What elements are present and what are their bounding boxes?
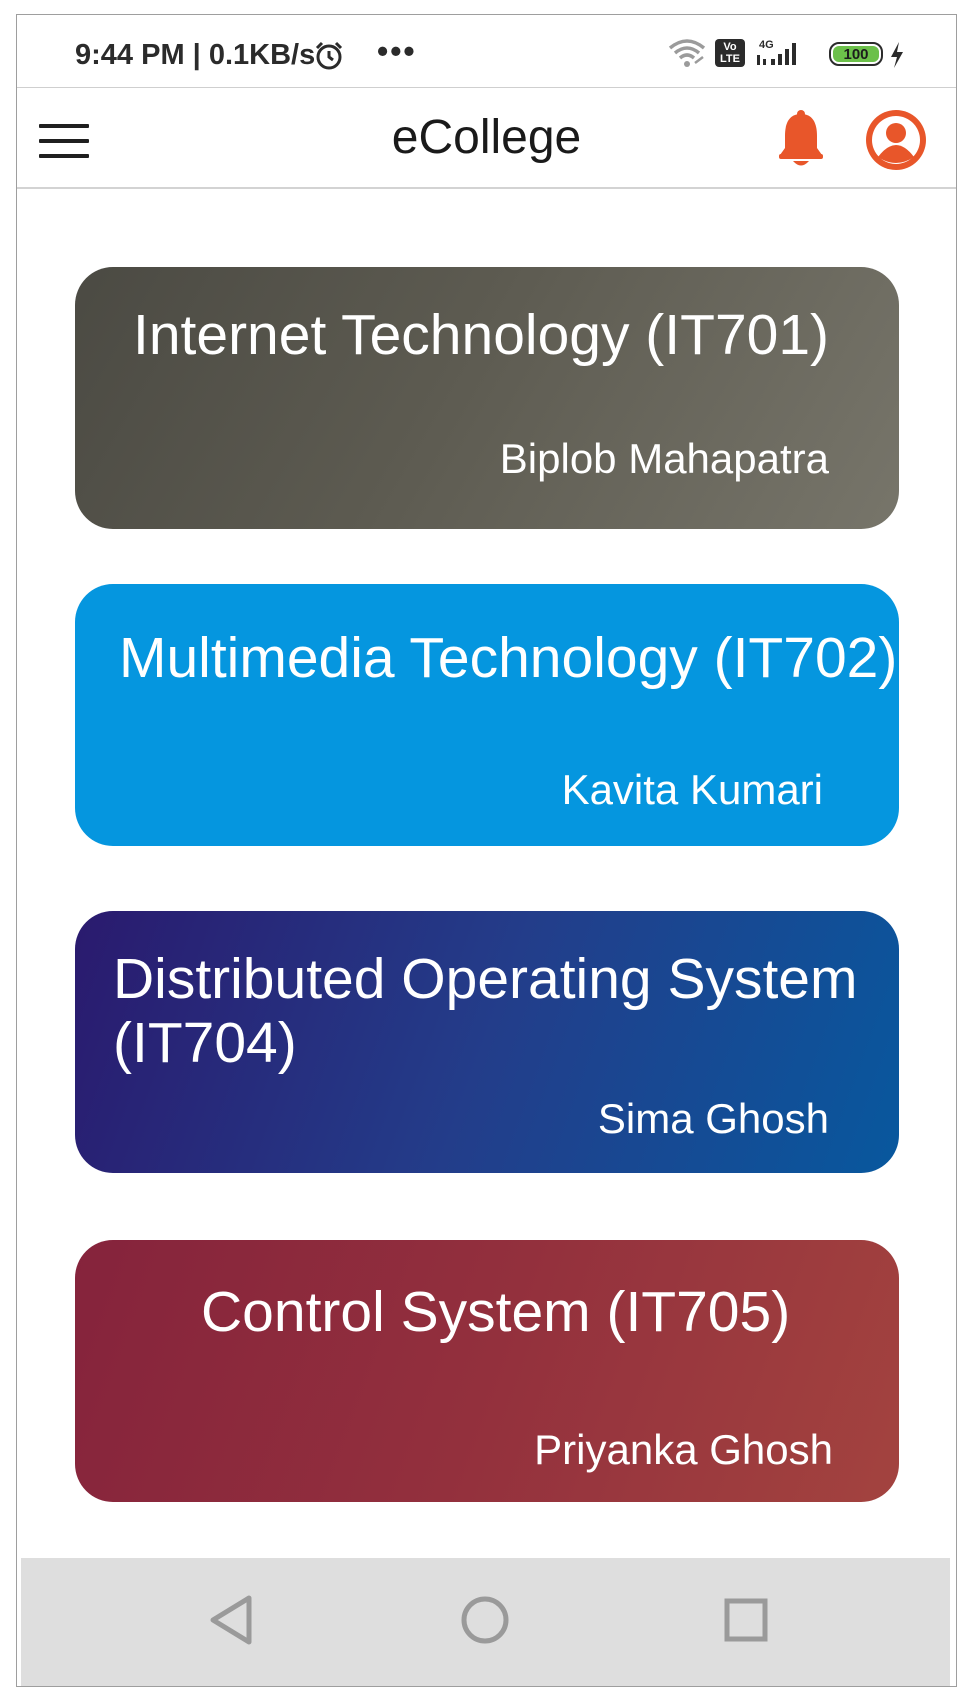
course-title: Internet Technology (IT701) [133, 303, 830, 367]
course-teacher: Sima Ghosh [597, 1095, 829, 1142]
course-teacher: Biplob Mahapatra [499, 435, 829, 482]
wifi-icon [667, 37, 707, 74]
course-title: Multimedia Technology (IT702) [119, 626, 898, 690]
overflow-dots-icon: ••• [377, 33, 417, 69]
course-card-it705[interactable]: Control System (IT705) Priyanka Ghosh [75, 1240, 899, 1502]
course-card-it702[interactable]: Multimedia Technology (IT702) Kavita Kum… [75, 584, 899, 846]
course-title: Control System (IT705) [201, 1280, 791, 1344]
status-time: 9:44 PM | 0.1KB/s [75, 39, 316, 71]
course-teacher: Kavita Kumari [561, 766, 823, 813]
user-profile-icon[interactable] [863, 107, 929, 178]
volte-icon: Vo LTE [715, 39, 745, 67]
recents-square-icon[interactable] [721, 1592, 771, 1653]
bell-icon[interactable] [777, 108, 825, 175]
alarm-icon [313, 40, 345, 77]
phone-screen: 9:44 PM | 0.1KB/s ••• Vo LTE 4G 100 eCol… [16, 14, 957, 1687]
status-bar: 9:44 PM | 0.1KB/s ••• Vo LTE 4G 100 [17, 15, 956, 87]
course-title-line-2: (IT704) [113, 1011, 297, 1075]
battery-level: 100 [833, 46, 879, 63]
signal-icon: 4G [755, 37, 801, 74]
system-nav-bar [21, 1558, 950, 1686]
back-triangle-icon[interactable] [205, 1592, 255, 1653]
course-teacher: Priyanka Ghosh [534, 1426, 833, 1473]
app-bar: eCollege [17, 87, 956, 189]
course-card-it704[interactable]: Distributed Operating System (IT704) Sim… [75, 911, 899, 1173]
course-card-it701[interactable]: Internet Technology (IT701) Biplob Mahap… [75, 267, 899, 529]
svg-text:4G: 4G [759, 39, 774, 51]
course-title-line-1: Distributed Operating System [113, 947, 858, 1011]
charging-icon [889, 41, 905, 74]
course-title: Distributed Operating System (IT704) [113, 947, 857, 1075]
home-circle-icon[interactable] [459, 1592, 511, 1653]
battery-icon: 100 [829, 42, 883, 66]
